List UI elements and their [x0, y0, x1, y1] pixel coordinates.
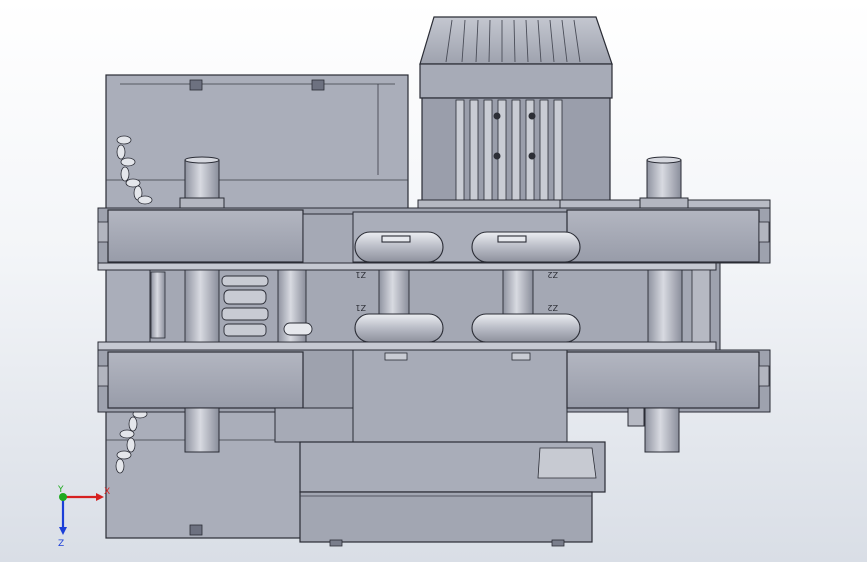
motor-unit [417, 16, 613, 211]
mark-z1-top: Z1 [355, 270, 366, 279]
mark-z2-top: Z2 [547, 270, 558, 279]
gear-bottom-right [471, 313, 581, 343]
y-axis-label: Y [57, 485, 64, 495]
upper-left-block [107, 209, 304, 263]
left-pin [150, 271, 166, 339]
key-slot [283, 322, 313, 336]
coordinate-triad: X Y Z [57, 485, 110, 549]
mark-z1-bottom: Z1 [355, 303, 366, 312]
gear-bottom-left [354, 313, 444, 343]
gearbox-assembly-drawing: Z1 Z2 Z1 Z2 X Y Z [57, 16, 771, 549]
plate-notch-right [311, 79, 325, 91]
lower-right-block [566, 351, 760, 409]
plate-notch-bottom [189, 524, 203, 536]
upper-right-block [566, 209, 760, 263]
x-axis-label: X [104, 487, 110, 497]
cad-viewport[interactable]: Z1 Z2 Z1 Z2 X Y Z [0, 0, 867, 562]
mark-z2-bottom: Z2 [547, 303, 558, 312]
lower-left-block [107, 351, 304, 409]
plate-notch-left [189, 79, 203, 91]
z-axis-label: Z [58, 539, 64, 549]
